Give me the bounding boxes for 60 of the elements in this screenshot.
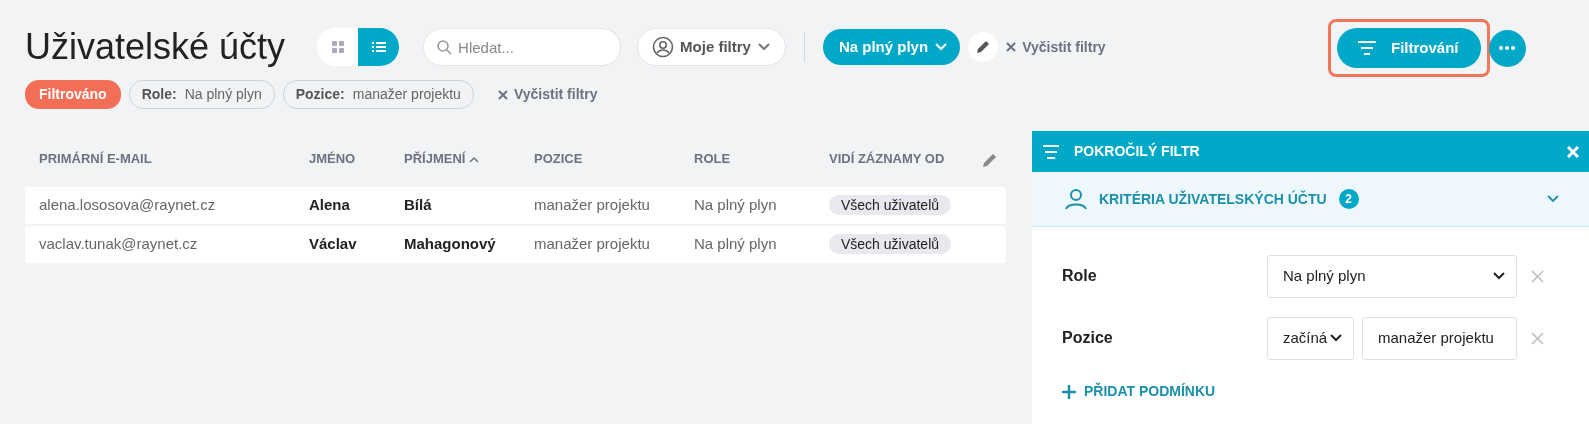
- table-cell: vaclav.tunak@raynet.cz: [39, 235, 198, 253]
- table-cell: alena.lososova@raynet.cz: [39, 196, 216, 214]
- more-icon: [1499, 46, 1515, 50]
- search-field[interactable]: Hledat...: [423, 28, 622, 66]
- filter-chip: Role: Na plný plyn: [128, 80, 275, 109]
- column-header[interactable]: ROLE: [694, 149, 829, 169]
- list-icon: [371, 40, 386, 54]
- active-filter-button[interactable]: Na plný plyn: [822, 29, 961, 65]
- value-select[interactable]: Na plný plyn: [1267, 254, 1517, 298]
- table-cell: manažer projektu: [534, 196, 650, 214]
- close-button[interactable]: [1567, 145, 1579, 158]
- condition-label: Role: [1062, 266, 1098, 286]
- edit-button[interactable]: [968, 32, 999, 62]
- my-filters-button[interactable]: Moje filtry: [637, 28, 786, 66]
- close-icon: [1567, 145, 1579, 158]
- search-icon: [436, 39, 453, 55]
- plus-icon: [1062, 384, 1076, 399]
- filtered-badge: Filtrováno: [25, 80, 121, 109]
- operator-select[interactable]: začíná: [1267, 316, 1354, 360]
- value-field[interactable]: manažer projektu: [1362, 316, 1517, 360]
- filter-icon: [1042, 144, 1060, 159]
- visibility-tag: Všech uživatelů: [829, 195, 952, 216]
- table-cell: Alena: [309, 196, 350, 214]
- condition-label: Pozice: [1062, 328, 1114, 348]
- section-header[interactable]: KRITÉRIA UŽIVATELSKÝCH ÚČTU 2: [1032, 172, 1589, 227]
- list-view-button[interactable]: [358, 28, 400, 66]
- column-header[interactable]: PRIMÁRNÍ E-MAIL: [25, 149, 309, 169]
- section-title: KRITÉRIA UŽIVATELSKÝCH ÚČTU: [1099, 189, 1327, 209]
- clear-filters-button[interactable]: Vyčistit filtry: [1006, 36, 1106, 58]
- user-icon: [1065, 188, 1087, 210]
- column-header[interactable]: PŘÍJMENÍ: [404, 149, 534, 169]
- filter-icon: [1357, 41, 1377, 55]
- table-cell: Na plný plyn: [694, 196, 777, 214]
- filter-button[interactable]: Filtrování: [1337, 28, 1481, 68]
- column-header[interactable]: POZICE: [534, 149, 694, 169]
- close-icon: [1006, 42, 1017, 52]
- clear-filters-button[interactable]: Vyčistit filtry: [497, 84, 598, 105]
- column-header[interactable]: JMÉNO: [309, 149, 404, 169]
- count-badge: 2: [1338, 189, 1359, 209]
- sort-up-icon: [469, 155, 480, 164]
- filter-chip: Pozice: manažer projektu: [282, 80, 474, 109]
- visibility-tag: Všech uživatelů: [829, 234, 952, 255]
- close-icon: [497, 89, 508, 100]
- remove-icon[interactable]: [1531, 331, 1544, 345]
- table-cell: Mahagonový: [404, 235, 496, 253]
- table-cell: manažer projektu: [534, 235, 650, 253]
- more-button[interactable]: [1488, 29, 1526, 67]
- page-title: Uživatelské účty: [25, 29, 286, 65]
- column-header[interactable]: VIDÍ ZÁZNAMY OD: [829, 149, 982, 169]
- user-icon: [652, 36, 675, 58]
- grid-icon: [330, 40, 345, 54]
- table-cell: Václav: [309, 235, 357, 253]
- remove-icon[interactable]: [1531, 269, 1544, 283]
- pencil-icon: [976, 40, 991, 54]
- pencil-icon[interactable]: [982, 151, 998, 168]
- table-cell: Na plný plyn: [694, 235, 777, 253]
- chevron-down-icon: [1547, 194, 1559, 204]
- table-cell: Bílá: [404, 196, 432, 214]
- add-condition-button[interactable]: PŘIDAT PODMÍNKU: [1062, 381, 1216, 402]
- panel-title: POKROČILÝ FILTR: [1074, 141, 1201, 161]
